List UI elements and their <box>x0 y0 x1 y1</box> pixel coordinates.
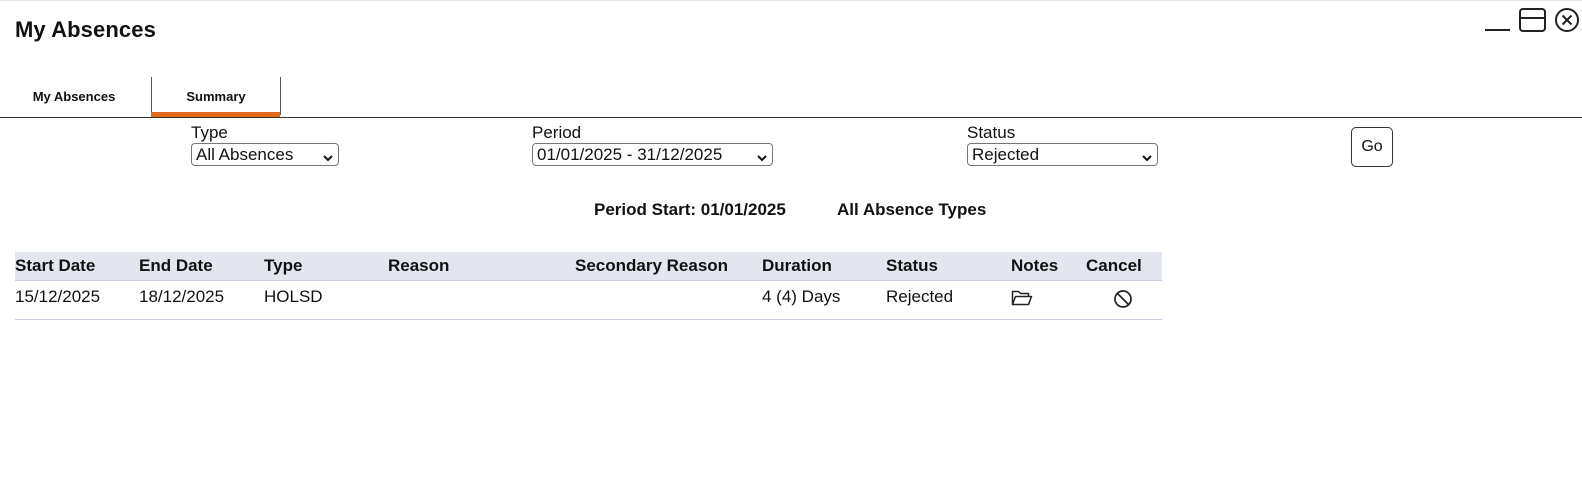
chevron-down-icon <box>322 148 334 169</box>
column-header-secondary-reason: Secondary Reason <box>575 256 729 275</box>
tab-summary[interactable]: Summary <box>151 77 281 115</box>
status-label: Status <box>967 123 1016 142</box>
column-header-cancel: Cancel <box>1086 256 1142 275</box>
go-button[interactable]: Go <box>1351 127 1393 167</box>
status-select-value: Rejected <box>972 145 1040 164</box>
absences-table: Start Date End Date Type Reason Secondar… <box>15 252 1162 320</box>
cell-start-date: 15/12/2025 <box>15 287 101 306</box>
page-title: My Absences <box>15 17 156 42</box>
table-header: Start Date End Date Type Reason Secondar… <box>15 252 1162 281</box>
period-select[interactable]: 01/01/2025 - 31/12/2025 <box>532 143 773 166</box>
cell-type: HOLSD <box>264 287 323 306</box>
column-header-notes: Notes <box>1011 256 1059 275</box>
folder-open-icon[interactable] <box>1011 289 1033 312</box>
status-select[interactable]: Rejected <box>967 143 1158 166</box>
column-header-type: Type <box>264 256 303 275</box>
my-absences-window: My Absences My Absences Summary Type All… <box>0 0 1582 477</box>
tab-divider <box>0 117 1582 118</box>
cell-duration: 4 (4) Days <box>762 287 841 306</box>
maximize-icon[interactable] <box>1519 8 1546 37</box>
column-header-duration: Duration <box>762 256 832 275</box>
period-select-value: 01/01/2025 - 31/12/2025 <box>537 145 723 164</box>
tab-my-absences[interactable]: My Absences <box>18 77 130 115</box>
status-filter: Status Rejected <box>967 123 1158 166</box>
top-divider <box>0 0 1582 1</box>
absence-types-text: All Absence Types <box>837 200 987 219</box>
period-start-text: Period Start: 01/01/2025 <box>594 200 786 219</box>
minimize-icon[interactable] <box>1485 29 1510 31</box>
cancel-icon[interactable] <box>1113 289 1133 314</box>
close-icon[interactable] <box>1553 8 1582 39</box>
chevron-down-icon <box>1141 148 1153 169</box>
column-header-start-date: Start Date <box>15 256 96 275</box>
type-filter: Type All Absences <box>191 123 339 166</box>
chevron-down-icon <box>756 148 768 169</box>
period-filter: Period 01/01/2025 - 31/12/2025 <box>532 123 773 166</box>
period-label: Period <box>532 123 582 142</box>
type-select-value: All Absences <box>196 145 294 164</box>
column-header-reason: Reason <box>388 256 450 275</box>
cell-end-date: 18/12/2025 <box>139 287 225 306</box>
type-label: Type <box>191 123 228 142</box>
cell-status: Rejected <box>886 287 954 306</box>
column-header-end-date: End Date <box>139 256 213 275</box>
type-select[interactable]: All Absences <box>191 143 339 166</box>
table-row: 15/12/2025 18/12/2025 HOLSD 4 (4) Days R… <box>15 281 1162 320</box>
column-header-status: Status <box>886 256 938 275</box>
